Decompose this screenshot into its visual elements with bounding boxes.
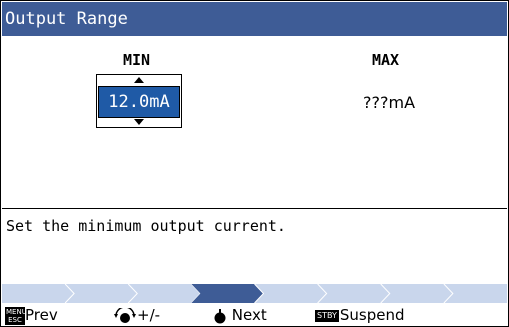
suspend-label: Suspend — [339, 306, 405, 324]
decrement-arrow-icon[interactable] — [97, 118, 181, 127]
progress-step-separator — [443, 284, 454, 303]
dialog-frame: Output Range MIN MAX 12.0mA ???mA Set th… — [0, 0, 509, 327]
progress-step-separator — [380, 284, 391, 303]
wizard-progress-bar — [2, 284, 507, 303]
increment-arrow-icon[interactable] — [97, 76, 181, 85]
progress-step-separator — [127, 284, 138, 303]
min-value-spinner[interactable]: 12.0mA — [96, 74, 182, 128]
adjust-label: +/- — [137, 306, 161, 324]
next-label: Next — [231, 306, 267, 324]
min-column-label: MIN — [123, 51, 151, 69]
progress-steps — [64, 284, 454, 303]
progress-step-active — [191, 284, 264, 303]
footer-key-bar: MENU ESC Prev +/- Next STBY Suspend — [2, 304, 507, 326]
title-bar: Output Range — [2, 2, 507, 36]
menu-esc-key-icon: MENU ESC — [5, 306, 27, 325]
dial-icon — [114, 305, 136, 323]
max-column-label: MAX — [372, 51, 400, 69]
prev-label: Prev — [25, 306, 58, 324]
help-message: Set the minimum output current. — [6, 217, 286, 235]
page-title: Output Range — [5, 9, 128, 29]
progress-step-separator — [317, 284, 328, 303]
max-value-field[interactable]: ???mA — [363, 93, 415, 112]
stby-key-icon: STBY — [315, 309, 339, 322]
progress-step-separator — [64, 284, 75, 303]
knob-push-icon — [214, 308, 226, 323]
next-hint[interactable]: Next — [213, 306, 267, 324]
suspend-hint[interactable]: STBY Suspend — [315, 306, 405, 324]
divider-top — [2, 208, 507, 209]
prev-hint[interactable]: MENU ESC Prev — [5, 306, 58, 325]
adjust-hint[interactable]: +/- — [113, 305, 161, 324]
min-value-field[interactable]: 12.0mA — [98, 86, 180, 118]
